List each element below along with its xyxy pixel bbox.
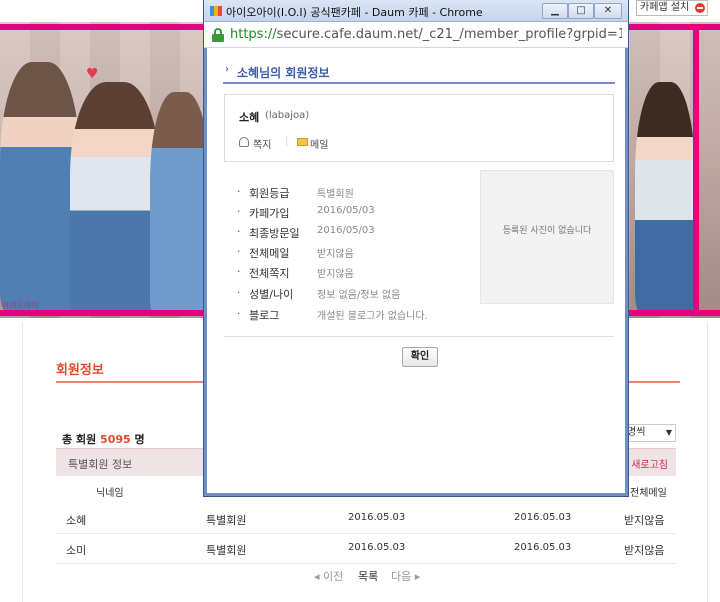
info-value: 2016/05/03: [317, 225, 375, 236]
url-text[interactable]: https://secure.cafe.daum.net/_c21_/membe…: [230, 27, 622, 42]
profile-user-id: (labajoa): [265, 110, 310, 121]
info-row-join: · 카페가입 2016/05/03: [237, 205, 375, 220]
info-label: 카페가입: [249, 207, 290, 220]
info-value: 받지않음: [317, 249, 354, 260]
per-page-value: 명씩: [627, 427, 646, 438]
info-row-all-mail: · 전체메일 받지않음: [237, 245, 354, 260]
confirm-button[interactable]: 확인: [402, 347, 438, 367]
info-row-blog: · 블로그 개설된 블로그가 없습니다.: [237, 307, 428, 322]
per-page-select[interactable]: 명씩 ▼: [620, 424, 676, 442]
row-join-date: 2016.05.03: [348, 542, 406, 553]
favicon-icon: [210, 6, 222, 16]
profile-popup-window: 아이오아이(I.O.I) 공식팬카페 - Daum 카페 - Chrome ▁ …: [204, 0, 628, 496]
send-note-link[interactable]: 쪽지: [253, 136, 271, 151]
row-nickname[interactable]: 소미: [66, 542, 86, 558]
banner-member-figure: [0, 62, 80, 312]
banner-member-figure: [150, 92, 210, 316]
row-mail: 받지않음: [624, 514, 665, 527]
pager-list[interactable]: 목록: [358, 568, 378, 584]
mail-icon[interactable]: [297, 138, 308, 146]
banner-caption: 아이오아이: [2, 301, 39, 310]
note-icon[interactable]: [239, 137, 249, 147]
profile-nickname: 소혜: [239, 111, 260, 124]
lock-icon[interactable]: [212, 28, 224, 42]
total-members: 총 회원 5095 명: [62, 431, 145, 447]
profile-summary-box: 소혜 (labajoa) 쪽지 | 메일: [224, 94, 614, 162]
column-header-nickname[interactable]: 닉네임: [96, 484, 124, 499]
info-value: 특별회원: [317, 189, 354, 200]
url-path: secure.cafe.daum.net/_c21_/member_profil…: [276, 27, 622, 42]
row-grade: 특별회원: [206, 544, 247, 557]
info-label: 전체메일: [249, 247, 290, 260]
total-suffix: 명: [134, 433, 145, 446]
row-mail: 받지않음: [624, 544, 665, 557]
link-separator: |: [285, 136, 289, 147]
row-grade: 특별회원: [206, 514, 247, 527]
grade-label: 특별회원 정보: [68, 458, 133, 471]
info-label: 전체쪽지: [249, 267, 290, 280]
refresh-link[interactable]: 새로고침: [631, 456, 668, 471]
info-label: 성별/나이: [249, 288, 294, 301]
chevron-right-icon: ›: [225, 64, 230, 75]
divider: [224, 336, 614, 337]
close-button[interactable]: ✕: [594, 3, 622, 19]
info-row-gender-age: · 성별/나이 정보 없음/정보 없음: [237, 286, 401, 301]
send-mail-link[interactable]: 메일: [310, 136, 328, 151]
window-title: 아이오아이(I.O.I) 공식팬카페 - Daum 카페 - Chrome: [226, 6, 483, 19]
window-titlebar[interactable]: 아이오아이(I.O.I) 공식팬카페 - Daum 카페 - Chrome ▁ …: [204, 0, 628, 22]
info-value: 받지않음: [317, 269, 354, 280]
address-bar[interactable]: https://secure.cafe.daum.net/_c21_/membe…: [204, 22, 628, 48]
total-prefix: 총 회원: [62, 433, 97, 446]
cafe-app-install-label: 카페앱 설치: [640, 2, 690, 13]
info-value: 개설된 블로그가 없습니다.: [317, 311, 428, 322]
profile-section-title: 소혜님의 회원정보: [237, 66, 330, 80]
row-nickname[interactable]: 소혜: [66, 512, 86, 528]
row-visit-date: 2016.05.03: [514, 542, 572, 553]
no-photo-text: 등록된 사진이 없습니다: [502, 226, 592, 236]
info-label: 최종방문일: [249, 227, 300, 240]
banner-member-figure: [70, 82, 160, 316]
info-row-all-note: · 전체쪽지 받지않음: [237, 265, 354, 280]
minimize-button[interactable]: ▁: [542, 3, 568, 19]
info-label: 회원등급: [249, 187, 290, 200]
remove-icon[interactable]: [695, 3, 705, 13]
maximize-button[interactable]: □: [568, 3, 594, 19]
column-header-all-mail[interactable]: 전체메일: [630, 484, 667, 499]
info-row-grade: · 회원등급 특별회원: [237, 185, 354, 200]
info-label: 블로그: [249, 309, 280, 322]
info-value: 정보 없음/정보 없음: [317, 290, 401, 301]
row-visit-date: 2016.05.03: [514, 512, 572, 523]
banner-frame: [693, 24, 699, 316]
cafe-app-install-button[interactable]: 카페앱 설치: [636, 0, 708, 16]
pager-prev[interactable]: ◂ 이전: [314, 568, 343, 584]
member-info-title: 회원정보: [56, 363, 104, 378]
heart-icon: ♥: [86, 66, 99, 82]
info-value: 2016/05/03: [317, 205, 375, 216]
info-row-last-visit: · 최종방문일 2016/05/03: [237, 225, 375, 240]
dropdown-arrow-icon: ▼: [665, 428, 672, 437]
table-row[interactable]: 소미 특별회원 2016.05.03 2016.05.03 받지않음: [56, 534, 676, 564]
total-count: 5095: [100, 433, 131, 446]
profile-photo-placeholder: 등록된 사진이 없습니다: [480, 170, 614, 304]
banner-member-figure: [635, 82, 695, 312]
table-row[interactable]: 소혜 특별회원 2016.05.03 2016.05.03 받지않음: [56, 504, 676, 534]
profile-section-header: › 소혜님의 회원정보: [223, 62, 615, 84]
row-join-date: 2016.05.03: [348, 512, 406, 523]
url-scheme: https://: [230, 27, 277, 42]
pager-next[interactable]: 다음 ▸: [391, 568, 420, 584]
